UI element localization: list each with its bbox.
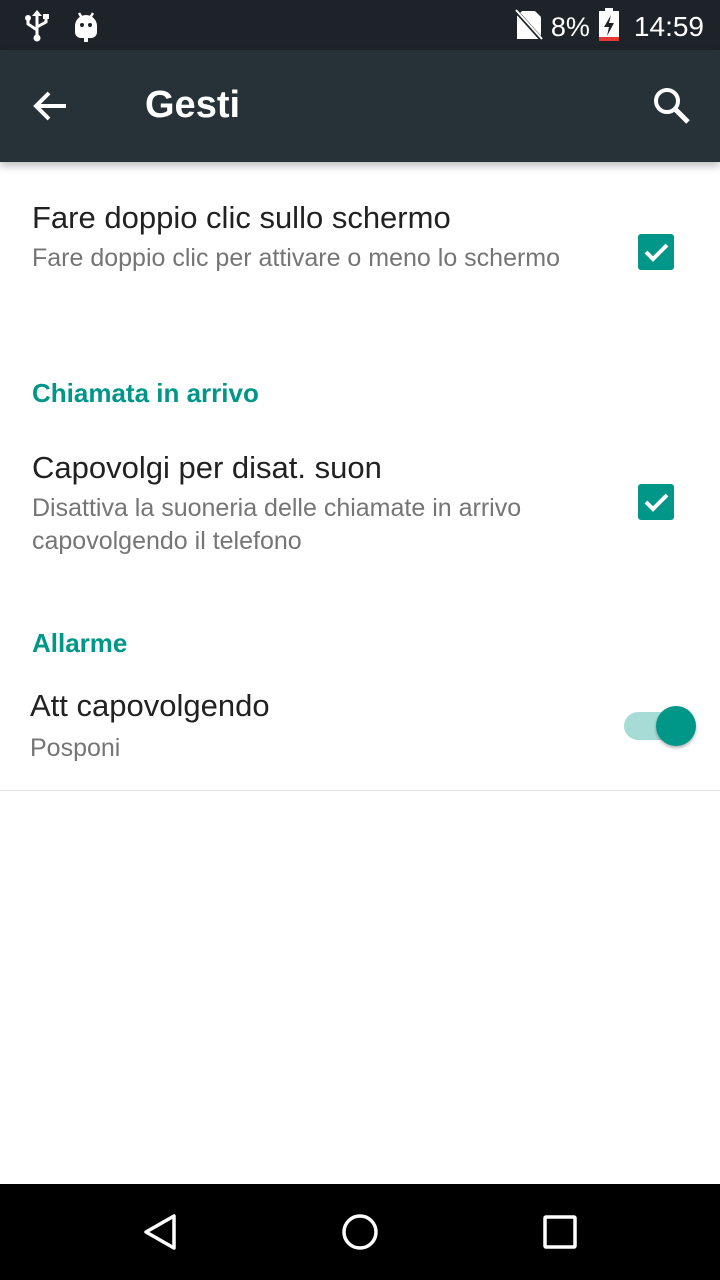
flip-alarm-preference[interactable]: Att capovolgendo Posponi bbox=[0, 678, 720, 788]
check-icon bbox=[644, 243, 669, 262]
clock: 14:59 bbox=[633, 11, 704, 42]
recents-square-icon[interactable] bbox=[534, 1206, 586, 1258]
section-header-alarm: Allarme bbox=[32, 628, 128, 658]
battery-charging-icon bbox=[598, 8, 620, 46]
back-triangle-icon[interactable] bbox=[134, 1206, 186, 1258]
flip-mute-title: Capovolgi per disat. suon bbox=[32, 450, 382, 485]
flip-mute-checkbox[interactable] bbox=[638, 484, 674, 520]
switch-thumb bbox=[656, 706, 696, 746]
double-tap-title: Fare doppio clic sullo schermo bbox=[32, 200, 451, 235]
status-bar: 8% 14:59 bbox=[0, 0, 720, 50]
flip-mute-preference[interactable]: Capovolgi per disat. suon Disattiva la s… bbox=[0, 432, 720, 582]
search-icon[interactable] bbox=[646, 80, 698, 132]
android-debug-icon bbox=[72, 10, 100, 46]
usb-icon bbox=[22, 10, 52, 46]
flip-mute-summary: Disattiva la suoneria delle chiamate in … bbox=[32, 494, 522, 555]
double-tap-checkbox[interactable] bbox=[638, 234, 674, 270]
no-sim-icon bbox=[514, 9, 544, 45]
double-tap-preference[interactable]: Fare doppio clic sullo schermo Fare dopp… bbox=[0, 182, 720, 332]
page-title: Gesti bbox=[145, 84, 241, 126]
app-toolbar: Gesti bbox=[0, 50, 720, 162]
flip-alarm-title: Att capovolgendo bbox=[30, 688, 270, 723]
section-header-incoming-call: Chiamata in arrivo bbox=[32, 378, 259, 408]
double-tap-summary: Fare doppio clic per attivare o meno lo … bbox=[32, 244, 561, 272]
navigation-bar bbox=[0, 1184, 720, 1280]
arrow-back-icon[interactable] bbox=[24, 80, 76, 132]
flip-alarm-switch[interactable] bbox=[624, 706, 696, 746]
list-divider bbox=[0, 790, 720, 791]
check-icon bbox=[644, 493, 669, 512]
flip-alarm-summary: Posponi bbox=[30, 734, 121, 762]
battery-percent: 8% bbox=[550, 11, 590, 42]
home-circle-icon[interactable] bbox=[334, 1206, 386, 1258]
